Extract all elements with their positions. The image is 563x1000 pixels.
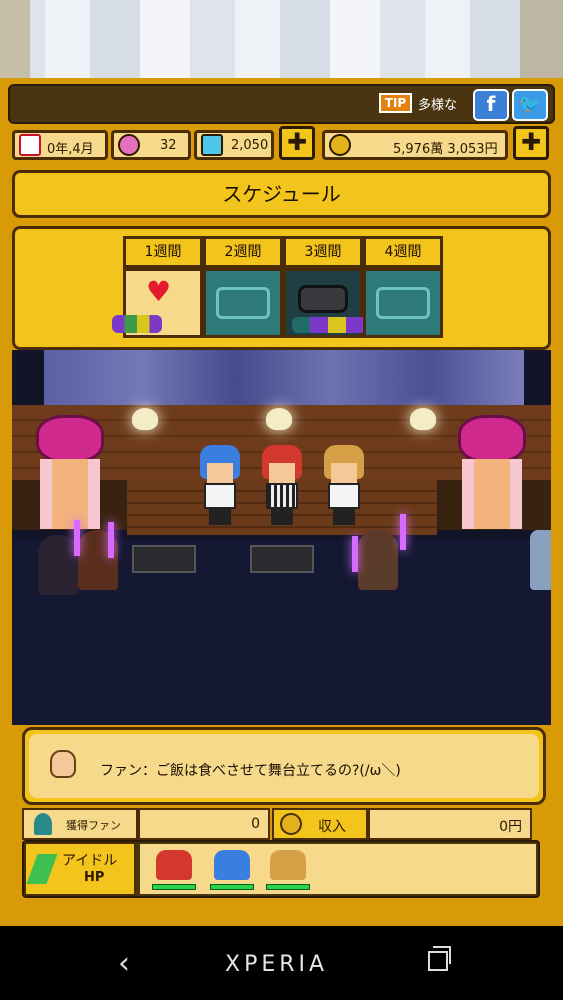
hp-label-line2: HP bbox=[84, 870, 105, 885]
heart-icon: ♥ bbox=[146, 275, 172, 308]
income-value: 0円 bbox=[499, 819, 522, 835]
fans-value-cell: 0 bbox=[138, 808, 270, 840]
audience-fan bbox=[358, 530, 398, 590]
coin-icon bbox=[329, 134, 351, 156]
date-text: 0年,4月 bbox=[47, 142, 94, 157]
idol-blonde[interactable] bbox=[322, 445, 366, 525]
glowstick-icon bbox=[352, 536, 358, 572]
idol-red-avatar[interactable] bbox=[156, 850, 192, 880]
idol-hp-list bbox=[140, 844, 536, 894]
bow-decoration-right bbox=[452, 415, 532, 565]
week-4-tab[interactable]: 4週間 bbox=[363, 236, 443, 268]
glowstick-icon bbox=[108, 522, 114, 558]
tip-text[interactable]: 多様な bbox=[418, 94, 457, 113]
hp-label-line1: アイドル bbox=[62, 853, 118, 869]
date-display: 0年,4月 bbox=[12, 130, 108, 160]
hp-bar-blue bbox=[210, 884, 254, 890]
income-value-cell: 0円 bbox=[368, 808, 532, 840]
week-3-slot[interactable] bbox=[283, 268, 382, 338]
fans-value: 0 bbox=[251, 816, 260, 832]
spotlight-icon bbox=[410, 408, 436, 430]
lightning-icon bbox=[26, 854, 58, 884]
income-label: 収入 bbox=[318, 819, 346, 835]
hp-bar-blonde bbox=[266, 884, 310, 890]
gem-counter: 32 bbox=[111, 130, 191, 160]
empty-slot-icon bbox=[376, 287, 430, 319]
week-2-tab[interactable]: 2週間 bbox=[203, 236, 283, 268]
spotlight-icon bbox=[132, 408, 158, 430]
fans-label: 獲得ファン bbox=[66, 819, 121, 832]
schedule-header: スケジュール bbox=[12, 170, 551, 218]
fans-icon bbox=[112, 315, 162, 333]
glowstick-icon bbox=[74, 520, 80, 556]
fan-avatar-icon bbox=[50, 750, 76, 778]
dialog-text: ファン：ご飯は食べさせて舞台立てるの?(/ω＼) bbox=[100, 763, 401, 779]
diamond-counter: 2,050 bbox=[194, 130, 274, 160]
spotlight-icon bbox=[266, 408, 292, 430]
idol-blue[interactable] bbox=[198, 445, 242, 525]
hp-bar-red bbox=[152, 884, 196, 890]
facebook-icon[interactable]: f bbox=[473, 89, 509, 121]
stage-event-icon bbox=[298, 285, 348, 313]
brand-logo: XPERIA bbox=[225, 952, 329, 977]
schedule-title: スケジュール bbox=[222, 182, 341, 206]
idol-blue-avatar[interactable] bbox=[214, 850, 250, 880]
week-1-slot[interactable]: ♥ bbox=[112, 268, 203, 338]
week-1-tab[interactable]: 1週間 bbox=[123, 236, 203, 268]
staff-character bbox=[530, 530, 551, 590]
audience-fan bbox=[38, 535, 78, 595]
ad-banner-right bbox=[520, 0, 563, 80]
diamond-icon bbox=[201, 134, 223, 156]
hp-label-cell: アイドル HP bbox=[24, 842, 136, 896]
speaker-left bbox=[132, 545, 196, 573]
diamond-count: 2,050 bbox=[231, 138, 269, 153]
idol-red[interactable] bbox=[260, 445, 304, 525]
money-counter: 5,976萬 3,053円 bbox=[322, 130, 508, 160]
stage-screen bbox=[44, 350, 524, 405]
money-amount: 5,976萬 3,053円 bbox=[393, 142, 498, 157]
fan-person-icon bbox=[34, 813, 52, 835]
empty-slot-icon bbox=[216, 287, 270, 319]
stage-scene bbox=[12, 350, 551, 725]
fans-label-cell: 獲得ファン bbox=[22, 808, 138, 840]
week-4-slot[interactable] bbox=[363, 268, 443, 338]
twitter-icon[interactable]: 🐦 bbox=[512, 89, 548, 121]
ad-banner-left bbox=[0, 0, 30, 80]
week-3-tab[interactable]: 3週間 bbox=[283, 236, 363, 268]
add-money-button[interactable]: ✚ bbox=[513, 126, 549, 160]
income-label-cell: 収入 bbox=[272, 808, 368, 840]
idol-blonde-avatar[interactable] bbox=[270, 850, 306, 880]
recent-apps-button[interactable] bbox=[428, 951, 448, 971]
ad-banner[interactable] bbox=[0, 0, 563, 80]
calendar-icon bbox=[19, 134, 41, 156]
speaker-center bbox=[250, 545, 314, 573]
gem-icon bbox=[118, 134, 140, 156]
back-button[interactable]: ‹ bbox=[118, 946, 130, 981]
coin-icon bbox=[280, 813, 302, 835]
add-diamonds-button[interactable]: ✚ bbox=[279, 126, 315, 160]
gem-count: 32 bbox=[160, 138, 177, 153]
glowstick-icon bbox=[400, 514, 406, 550]
week-2-slot[interactable] bbox=[203, 268, 283, 338]
tip-badge[interactable]: TIP bbox=[379, 93, 412, 113]
